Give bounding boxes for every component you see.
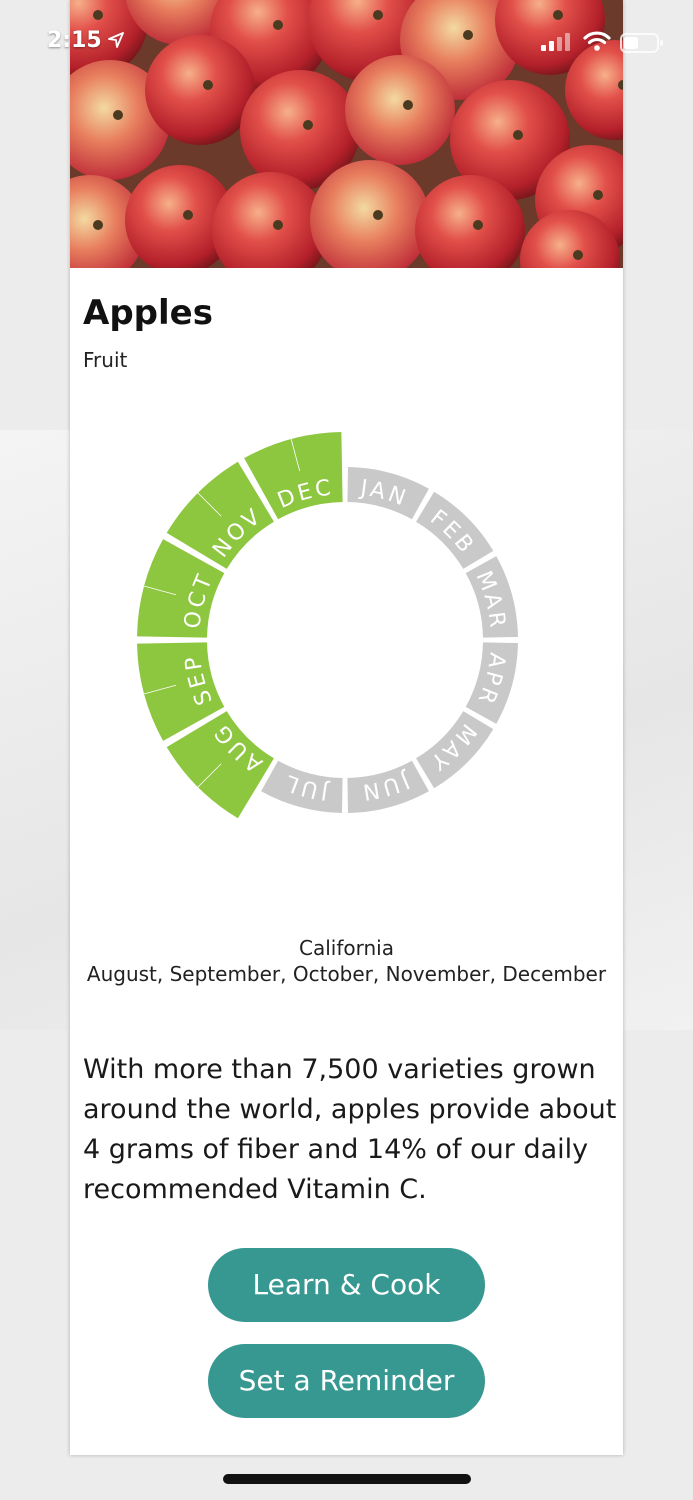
apple-stem [183, 210, 193, 220]
apple-stem [473, 220, 483, 230]
produce-title: Apples [83, 293, 213, 333]
location-arrow-icon [108, 32, 124, 48]
apple-stem [113, 110, 123, 120]
apple-stem [203, 80, 213, 90]
apple-stem [513, 130, 523, 140]
apple-stem [403, 100, 413, 110]
produce-description: With more than 7,500 varieties grown aro… [83, 1054, 617, 1205]
status-time: 2:15 [47, 28, 102, 53]
wifi-icon [583, 31, 611, 51]
produce-category: Fruit [83, 348, 128, 372]
signal-icon [541, 33, 570, 51]
season-wheel: JANFEBMARAPRMAYJUNJULAUGSEPOCTNOVDEC [137, 432, 518, 819]
produce-card: Apples Fruit JAN FEB MAR APR MAY JUN JUL AUG SEP… [70, 0, 623, 1455]
apple-stem [373, 210, 383, 220]
home-indicator[interactable] [223, 1474, 471, 1484]
season-months-text: August, September, October, November, De… [86, 962, 607, 986]
apple-stem [303, 120, 313, 130]
apple-stem [93, 220, 103, 230]
region-label: California [299, 936, 394, 960]
learn-cook-button[interactable]: Learn & Cook [208, 1248, 485, 1322]
apple-stem [593, 190, 603, 200]
status-bar: 2:15 [0, 0, 693, 80]
battery-icon [620, 33, 663, 53]
apple-stem [273, 220, 283, 230]
set-reminder-button[interactable]: Set a Reminder [208, 1344, 485, 1418]
apple-stem [573, 250, 583, 260]
season-segment-jan [347, 467, 429, 520]
